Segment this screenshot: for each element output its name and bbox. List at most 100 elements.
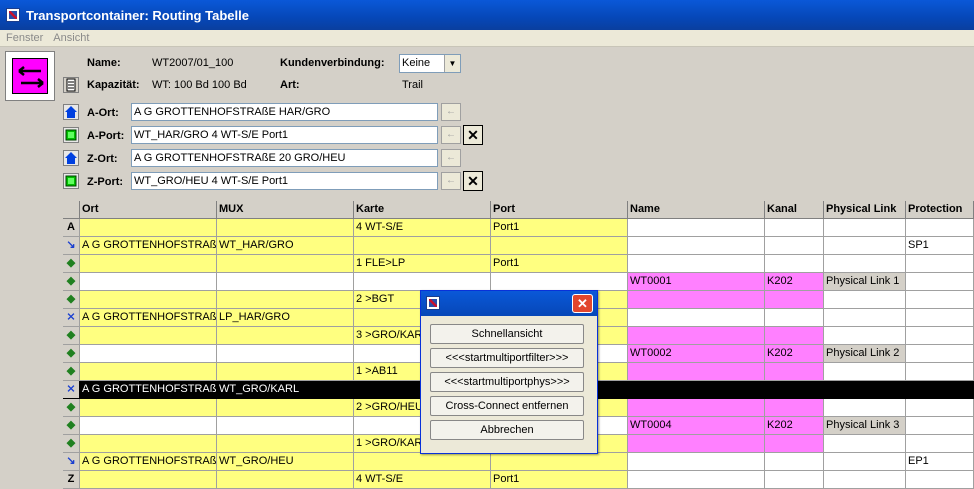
table-cell[interactable]	[217, 327, 354, 345]
table-cell[interactable]	[765, 435, 824, 453]
table-cell[interactable]	[217, 435, 354, 453]
table-row[interactable]: ◆ WT0001 K202 Physical Link 1	[63, 273, 974, 291]
table-cell[interactable]	[824, 237, 906, 255]
table-cell[interactable]: 4 WT-S/E	[354, 219, 491, 237]
a-port-select-button[interactable]: ←	[441, 126, 461, 144]
table-cell[interactable]	[765, 255, 824, 273]
table-cell[interactable]: Physical Link 3	[824, 417, 906, 435]
table-cell[interactable]	[906, 363, 974, 381]
table-cell[interactable]: LP_HAR/GRO	[217, 309, 354, 327]
column-header[interactable]: Physical Link	[824, 201, 906, 219]
swap-direction-icon[interactable]	[5, 51, 55, 101]
startmultiportphys-button[interactable]: <<<startmultiportphys>>>	[430, 372, 584, 392]
table-cell[interactable]	[628, 309, 765, 327]
table-row[interactable]: A 4 WT-S/E Port1	[63, 219, 974, 237]
a-ort-select-button[interactable]: ←	[441, 103, 461, 121]
table-cell[interactable]	[765, 327, 824, 345]
startmultiportfilter-button[interactable]: <<<startmultiportfilter>>>	[430, 348, 584, 368]
table-cell[interactable]	[628, 255, 765, 273]
table-cell[interactable]: K202	[765, 417, 824, 435]
table-cell[interactable]	[628, 327, 765, 345]
table-cell[interactable]	[765, 363, 824, 381]
table-cell[interactable]	[824, 435, 906, 453]
table-cell[interactable]	[80, 417, 217, 435]
table-cell[interactable]	[628, 237, 765, 255]
column-header[interactable]: Karte	[354, 201, 491, 219]
table-cell[interactable]	[217, 399, 354, 417]
table-cell[interactable]: K202	[765, 273, 824, 291]
table-cell[interactable]: Port1	[491, 219, 628, 237]
table-cell[interactable]	[217, 273, 354, 291]
table-cell[interactable]	[217, 417, 354, 435]
table-row[interactable]: ◆ 1 FLE>LP Port1	[63, 255, 974, 273]
table-cell[interactable]	[906, 435, 974, 453]
a-ort-field[interactable]: A G GROTTENHOFSTRAßE HAR/GRO	[131, 103, 438, 121]
table-cell[interactable]: WT0004	[628, 417, 765, 435]
table-cell[interactable]: WT_GRO/HEU	[217, 453, 354, 471]
table-cell[interactable]: 4 WT-S/E	[354, 471, 491, 489]
table-cell[interactable]	[906, 471, 974, 489]
table-cell[interactable]	[354, 237, 491, 255]
table-cell[interactable]: 1 FLE>LP	[354, 255, 491, 273]
table-cell[interactable]	[906, 327, 974, 345]
table-cell[interactable]: Physical Link 1	[824, 273, 906, 291]
z-port-clear-button[interactable]: ✕	[463, 171, 483, 191]
table-cell[interactable]	[824, 309, 906, 327]
schnellansicht-button[interactable]: Schnellansicht	[430, 324, 584, 344]
table-cell[interactable]	[80, 327, 217, 345]
table-cell[interactable]	[628, 363, 765, 381]
table-cell[interactable]	[217, 291, 354, 309]
table-cell[interactable]	[491, 453, 628, 471]
a-port-field[interactable]: WT_HAR/GRO 4 WT-S/E Port1	[131, 126, 438, 144]
table-cell[interactable]: A G GROTTENHOFSTRAß	[80, 309, 217, 327]
table-cell[interactable]: WT0001	[628, 273, 765, 291]
table-cell[interactable]	[217, 471, 354, 489]
table-cell[interactable]: SP1	[906, 237, 974, 255]
table-cell[interactable]	[80, 399, 217, 417]
table-cell[interactable]	[824, 399, 906, 417]
table-cell[interactable]	[824, 255, 906, 273]
table-cell[interactable]	[906, 255, 974, 273]
table-cell[interactable]	[765, 453, 824, 471]
table-cell[interactable]	[906, 219, 974, 237]
table-cell[interactable]	[491, 273, 628, 291]
table-cell[interactable]	[80, 291, 217, 309]
table-cell[interactable]	[824, 381, 906, 399]
table-cell[interactable]: A G GROTTENHOFSTRAß	[80, 237, 217, 255]
table-cell[interactable]	[628, 453, 765, 471]
table-cell[interactable]: A G GROTTENHOFSTRAß	[80, 453, 217, 471]
table-cell[interactable]	[628, 381, 765, 399]
table-cell[interactable]	[765, 291, 824, 309]
table-cell[interactable]	[906, 273, 974, 291]
table-cell[interactable]	[628, 435, 765, 453]
z-port-field[interactable]: WT_GRO/HEU 4 WT-S/E Port1	[131, 172, 438, 190]
table-cell[interactable]	[217, 363, 354, 381]
table-cell[interactable]: WT_GRO/KARL	[217, 381, 354, 399]
kunden-select[interactable]: Keine ▼	[399, 54, 461, 73]
menu-ansicht[interactable]: Ansicht	[53, 32, 89, 44]
table-cell[interactable]: Port1	[491, 471, 628, 489]
table-cell[interactable]	[80, 219, 217, 237]
table-row[interactable]: Z 4 WT-S/E Port1	[63, 471, 974, 489]
table-cell[interactable]	[906, 291, 974, 309]
table-cell[interactable]	[824, 327, 906, 345]
a-port-clear-button[interactable]: ✕	[463, 125, 483, 145]
table-cell[interactable]	[354, 273, 491, 291]
table-cell[interactable]	[824, 471, 906, 489]
table-cell[interactable]	[217, 255, 354, 273]
table-cell[interactable]: A G GROTTENHOFSTRAß	[80, 381, 217, 399]
table-cell[interactable]	[80, 273, 217, 291]
table-cell[interactable]	[628, 219, 765, 237]
table-cell[interactable]	[80, 345, 217, 363]
dialog-close-button[interactable]: ✕	[572, 294, 593, 313]
table-cell[interactable]	[80, 363, 217, 381]
table-cell[interactable]	[628, 291, 765, 309]
table-cell[interactable]	[628, 471, 765, 489]
table-row[interactable]: ↘ A G GROTTENHOFSTRAß WT_GRO/HEU EP1	[63, 453, 974, 471]
table-cell[interactable]: Port1	[491, 255, 628, 273]
table-cell[interactable]	[765, 309, 824, 327]
table-cell[interactable]	[824, 363, 906, 381]
table-cell[interactable]	[906, 345, 974, 363]
column-header[interactable]: Protection	[906, 201, 974, 219]
table-cell[interactable]	[906, 399, 974, 417]
